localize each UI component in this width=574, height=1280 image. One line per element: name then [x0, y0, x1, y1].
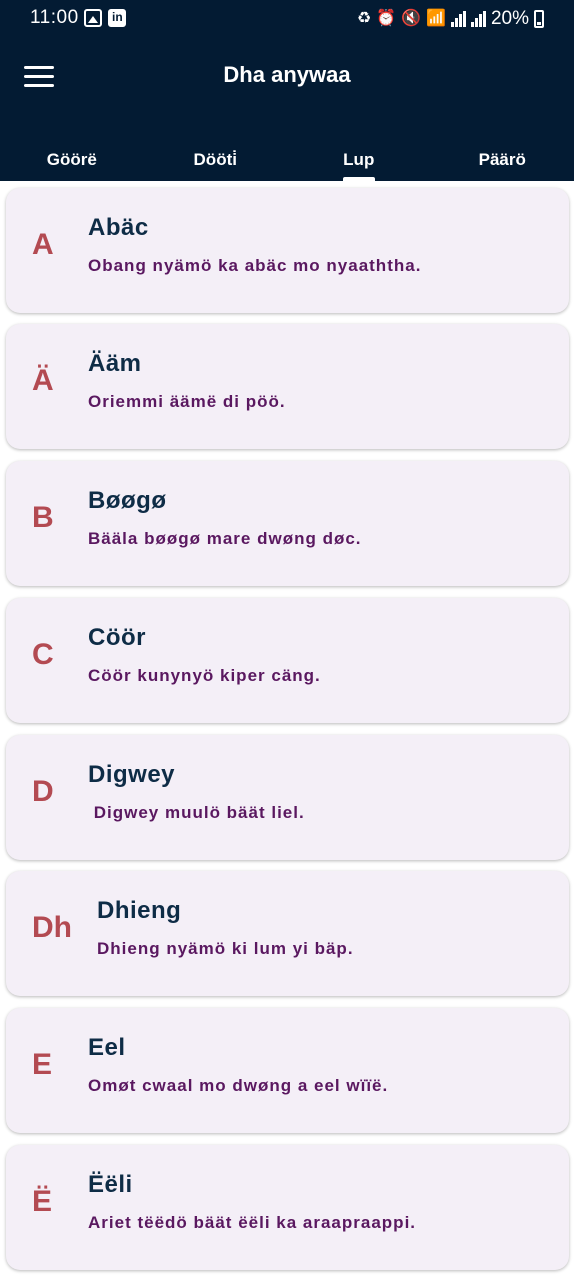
entry-letter: A [32, 228, 54, 261]
entry-word: Eel [88, 1034, 126, 1061]
entry-word: Abäc [88, 214, 149, 241]
gallery-icon [84, 9, 102, 27]
entry-sentence: Obang nyämö ka abäc mo nyaaththa. [88, 256, 422, 275]
entry-word: Ääm [88, 350, 142, 377]
entry-word: Ëëli [88, 1171, 133, 1198]
entry-letter: Ë [32, 1185, 53, 1218]
entry-sentence: Bääla bøøgø mare dwøng døc. [88, 529, 362, 548]
entry-sentence: Ariet tëëdö bäät ëëli ka araapraappi. [88, 1213, 417, 1232]
tab-dooti[interactable]: Dööti̇ [144, 150, 288, 181]
entry-sentence: Digwey muulö bäät liel. [88, 803, 305, 822]
list-item[interactable]: Dh Dhieng Dhieng nyämö ki lum yi bäp. [6, 871, 569, 996]
entry-word: Bøøgø [88, 487, 167, 514]
tab-label: Lup [343, 150, 375, 169]
tab-label: Göörë [46, 150, 97, 169]
list-item[interactable]: Ë Ëëli Ariet tëëdö bäät ëëli ka araapraa… [6, 1145, 569, 1270]
list-item[interactable]: Ä Ääm Oriemmi äämë di pöö. [6, 324, 569, 449]
status-time: 11:00 [30, 7, 79, 28]
entry-sentence: Cöör kunynyö kiper cäng. [88, 666, 321, 685]
list-item[interactable]: D Digwey Digwey muulö bäät liel. [6, 735, 569, 860]
signal-icon [450, 11, 466, 27]
entry-word: Cöör [88, 624, 146, 651]
tab-label: Dööti̇ [193, 150, 237, 169]
entry-letter: B [32, 501, 54, 534]
entry-letter: D [32, 775, 54, 808]
signal-icon [470, 11, 486, 27]
page-title: Dha anywaa [223, 62, 351, 87]
app-bar: 11:00 in ♻ ⏰ 🔇 📶 20% Dha anywaa Göörë Dö… [0, 0, 574, 181]
tab-indicator [342, 177, 375, 181]
entry-letter: C [32, 638, 54, 671]
entry-letter: Dh [32, 911, 72, 944]
entry-sentence: Dhieng nyämö ki lum yi bäp. [97, 939, 354, 958]
entry-sentence: Oriemmi äämë di pöö. [88, 392, 286, 411]
tab-lup[interactable]: Lup [287, 150, 431, 181]
entry-word: Dhieng [97, 897, 182, 924]
entry-word: Digwey [88, 761, 176, 788]
status-bar: 11:00 in ♻ ⏰ 🔇 📶 20% [0, 0, 574, 36]
tab-goore[interactable]: Göörë [0, 150, 144, 181]
alarm-icon: ⏰ [376, 10, 397, 27]
entry-letter: Ä [32, 364, 54, 397]
list-item[interactable]: E Eel Omøt cwaal mo dwøng a eel wïïë. [6, 1008, 569, 1133]
entry-letter: E [32, 1048, 53, 1081]
linkedin-icon: in [108, 9, 126, 27]
entry-sentence: Omøt cwaal mo dwøng a eel wïïë. [88, 1076, 389, 1095]
tab-paaro[interactable]: Päärö [431, 150, 574, 181]
list-item[interactable]: A Abäc Obang nyämö ka abäc mo nyaaththa. [6, 188, 569, 313]
battery-icon [534, 10, 544, 28]
battery-percentage: 20% [490, 8, 529, 29]
tab-bar: Göörë Dööti̇ Lup Päärö [0, 150, 574, 181]
tab-label: Päärö [478, 150, 526, 169]
list-item[interactable]: B Bøøgø Bääla bøøgø mare dwøng døc. [6, 461, 569, 586]
wifi-icon: 📶 [426, 10, 446, 27]
mute-icon: 🔇 [401, 10, 422, 27]
list-item[interactable]: C Cöör Cöör kunynyö kiper cäng. [6, 598, 569, 723]
recycle-icon: ♻ [356, 10, 372, 27]
